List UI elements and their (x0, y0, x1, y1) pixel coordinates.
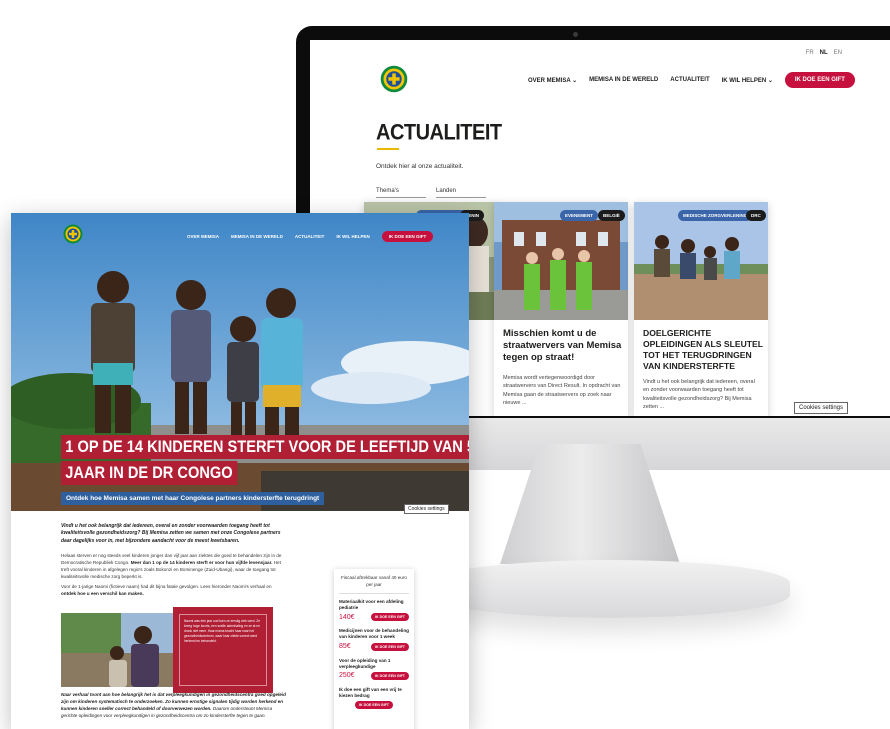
text-bold: Meer dan 1 op de 14 kinderen sterft er v… (130, 559, 273, 565)
donation-widget: Fiscaal aftrekbaar vanaf 40 euro per jaa… (334, 569, 414, 729)
news-card[interactable]: EVENEMENT BELGIË Misschien komt u de str… (494, 202, 628, 416)
donation-price: 250€ (339, 672, 355, 680)
main-navigation: OVER MEMISA MEMISA IN DE WERELD ACTUALIT… (187, 231, 434, 242)
language-en[interactable]: EN (834, 50, 842, 56)
monitor-camera (573, 32, 578, 37)
nav-ik-wil-helpen[interactable]: IK WIL HELPEN ⌄ (722, 77, 773, 84)
language-switcher: FR NL EN (806, 50, 842, 56)
donation-header: Fiscaal aftrekbaar vanaf 40 euro per jaa… (339, 575, 409, 594)
nav-memisa-in-de-wereld[interactable]: MEMISA IN DE WERELD (231, 234, 283, 239)
page-subtitle: Ontdek hier al onze actualiteit. (376, 163, 464, 170)
donation-label: Medicijnen voor de behandeling van kinde… (339, 628, 409, 640)
card-title: DOELGERICHTE OPLEIDINGEN ALS SLEUTEL TOT… (643, 328, 763, 371)
card-tag: DRC (746, 210, 766, 221)
card-title: Misschien komt u de straatwervers van Me… (503, 328, 622, 364)
memisa-logo-icon[interactable] (63, 224, 83, 244)
nav-over-memisa[interactable]: OVER MEMISA ⌄ (528, 77, 577, 84)
language-fr[interactable]: FR (806, 50, 814, 56)
donation-option: Medicijnen voor de behandeling van kinde… (339, 628, 409, 651)
donation-option: Voor de opleiding van 1 verpleegkundige … (339, 658, 409, 680)
news-card[interactable]: MEDISCHE ZORGVERLENING DRC DOELGERICHTE … (634, 202, 768, 416)
nav-memisa-in-de-wereld[interactable]: MEMISA IN DE WERELD (589, 77, 658, 83)
page-body: Vindt u het ook belangrijk dat iedereen,… (11, 511, 469, 729)
text-bold: ontdek hoe u een verschil kan maken. (61, 590, 144, 596)
chevron-down-icon: ⌄ (767, 77, 773, 84)
nav-ik-wil-helpen[interactable]: IK WIL HELPEN (336, 234, 369, 239)
donation-option: Ik doe een gift van een vrij te kiezen b… (339, 686, 409, 710)
body-paragraph: Voor de 1-jarige Naomi (fictieve naam) h… (61, 584, 287, 598)
card-tag: EVENEMENT (560, 210, 599, 221)
monitor-stand-base (430, 560, 790, 618)
filter-themas[interactable]: Thema's (376, 188, 426, 198)
nav-label: IK WIL HELPEN (721, 77, 767, 84)
donation-label: Ik doe een gift van een vrij te kiezen b… (339, 686, 402, 699)
landing-page-mockup: OVER MEMISA MEMISA IN DE WERELD ACTUALIT… (11, 213, 469, 729)
main-navigation: OVER MEMISA ⌄ MEMISA IN DE WERELD ACTUAL… (528, 72, 855, 88)
gift-button[interactable]: IK DOE EEN GIFT (381, 231, 434, 242)
quote-text: Naomi was één jaar oud toen ze ernstig z… (179, 614, 267, 686)
donate-button[interactable]: IK DOE EEN GIFT (371, 671, 409, 680)
card-tag: MEDISCHE ZORGVERLENING (678, 210, 753, 221)
mockup-stage: FR NL EN OVER MEMISA ⌄ MEMISA IN DE WERE… (0, 0, 890, 729)
donation-price: 140€ (339, 613, 355, 621)
hero-section: OVER MEMISA MEMISA IN DE WERELD ACTUALIT… (11, 213, 469, 511)
gift-button[interactable]: IK DOE EEN GIFT (784, 72, 855, 88)
body-paragraph: Helaas sterven er nog steeds veel kinder… (61, 553, 287, 581)
donate-button[interactable]: IK DOE EEN GIFT (371, 613, 409, 622)
card-excerpt: Vindt u het ook belangrijk dat iedereen,… (643, 379, 755, 410)
donate-button[interactable]: IK DOE EEN GIFT (355, 701, 393, 710)
page-title: ACTUALITEIT (376, 120, 502, 146)
language-nl[interactable]: NL (820, 50, 828, 56)
donate-button[interactable]: IK DOE EEN GIFT (371, 642, 409, 651)
intro-text: Vindt u het ook belangrijk dat iedereen,… (61, 523, 281, 544)
donation-label: Materiaalkit voor een afdeling pediatrie (339, 598, 404, 610)
headline-subtitle: Ontdek hoe Memisa samen met haar Congole… (61, 492, 325, 505)
quote-box: Naomi was één jaar oud toen ze ernstig z… (173, 607, 273, 693)
nav-actualiteit[interactable]: ACTUALITEIT (670, 77, 709, 83)
memisa-logo-icon[interactable] (380, 65, 408, 93)
story-caption: Naar verhaal toont aan hoe belangrijk he… (61, 692, 289, 720)
nav-over-memisa[interactable]: OVER MEMISA (187, 234, 219, 239)
hero-headline: 1 OP DE 14 KINDEREN STERFT VOOR DE LEEFT… (61, 435, 469, 505)
nav-label: OVER MEMISA (528, 77, 571, 84)
headline-line: 1 OP DE 14 KINDEREN STERFT VOOR DE LEEFT… (61, 435, 469, 459)
text: Voor de 1-jarige Naomi (fictieve naam) h… (61, 584, 272, 589)
story-photo (61, 613, 179, 687)
filter-landen[interactable]: Landen (436, 188, 486, 198)
donation-price: 85€ (339, 643, 351, 651)
nav-actualiteit[interactable]: ACTUALITEIT (295, 234, 325, 239)
headline-line: JAAR IN DE DR CONGO (61, 461, 237, 485)
card-tag: BELGIË (598, 210, 625, 221)
card-excerpt: Memisa wordt vertegenwoordigd door straa… (503, 375, 621, 406)
donation-label: Voor de opleiding van 1 verpleegkundige (339, 657, 391, 669)
title-underline (377, 148, 399, 150)
donation-option: Materiaalkit voor een afdeling pediatrie… (339, 598, 409, 622)
chevron-down-icon: ⌄ (572, 77, 578, 84)
cookies-settings-button[interactable]: Cookies settings (794, 402, 849, 414)
